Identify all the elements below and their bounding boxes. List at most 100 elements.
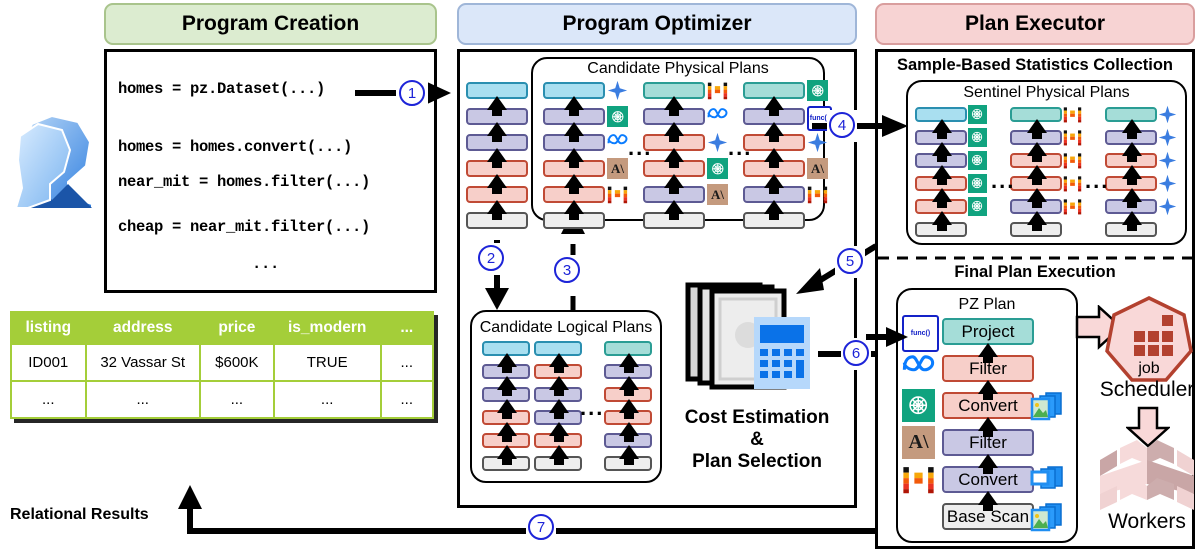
openai-icon — [607, 106, 628, 127]
step-badge-4: 4 — [829, 112, 855, 138]
plan-executor-title: Plan Executor — [964, 12, 1106, 35]
gemini-sparkle-icon — [707, 132, 728, 153]
mistral-icon — [1063, 128, 1082, 147]
cost-estimation-text: Cost Estimation & Plan Selection — [672, 407, 842, 473]
job-heptagon: job — [1104, 295, 1194, 383]
pz-plan-label: PZ Plan — [958, 296, 1016, 313]
column-header-address: address — [84, 311, 201, 345]
plan-flow-arrows — [931, 119, 953, 234]
gemini-sparkle-icon — [607, 80, 628, 101]
gemini-sparkle-icon — [1158, 105, 1177, 124]
openai-icon — [968, 151, 987, 170]
panel-title-program-creation: Program Creation — [104, 3, 437, 45]
cell-address: ... — [84, 380, 201, 419]
openai-icon — [807, 80, 828, 101]
cost-line-3: Plan Selection — [692, 450, 822, 472]
mistral-icon — [1063, 105, 1082, 124]
cell-more: ... — [379, 343, 435, 382]
table-row: ... ... ... ... ... — [10, 380, 435, 419]
openai-icon — [968, 197, 987, 216]
image-files-icon — [1030, 391, 1064, 421]
sentinel-physical-plans-label: Sentinel Physical Plans — [963, 84, 1130, 101]
candidate-physical-plans-label: Candidate Physical Plans — [587, 60, 769, 77]
relational-results-table: listing address price is_modern ... ID00… — [10, 311, 435, 419]
meta-icon — [707, 106, 728, 121]
workers-label: Workers — [1108, 510, 1186, 533]
anthropic-icon: A\ — [807, 158, 828, 179]
code-line-4: cheap = near_mit.filter(...) — [118, 218, 371, 236]
gemini-sparkle-icon — [1158, 128, 1177, 147]
job-label: job — [1137, 360, 1159, 377]
mistral-icon — [902, 463, 935, 496]
relational-results-label: Relational Results — [10, 506, 149, 523]
column-header-is-modern: is_modern — [272, 311, 382, 345]
cell-is-modern: ... — [272, 380, 382, 419]
step-badge-2: 2 — [478, 245, 504, 271]
mistral-icon — [1063, 197, 1082, 216]
openai-icon — [902, 389, 935, 422]
openai-icon — [968, 128, 987, 147]
final-plan-execution-label: Final Plan Execution — [954, 263, 1116, 281]
physical-plans-ellipsis-1: ... — [628, 135, 653, 160]
mistral-icon — [1063, 174, 1082, 193]
panel-title-plan-executor: Plan Executor — [875, 3, 1195, 45]
step-badge-7: 7 — [528, 514, 554, 540]
image-files-icon — [1030, 502, 1064, 532]
program-creation-title: Program Creation — [181, 12, 360, 35]
plan-flow-arrows — [663, 96, 685, 226]
code-line-ellipsis: ... — [252, 255, 280, 273]
pz-plan-input-arrow — [866, 325, 910, 349]
openai-icon — [968, 174, 987, 193]
plan-flow-arrows — [763, 96, 785, 226]
gemini-sparkle-icon — [1158, 197, 1177, 216]
cell-more: ... — [379, 380, 435, 419]
cell-address: 32 Vassar St — [84, 343, 201, 382]
table-row: ID001 32 Vassar St $600K TRUE ... — [10, 343, 435, 382]
table-header-row: listing address price is_modern ... — [10, 311, 435, 345]
scheduler-label: Scheduler — [1099, 378, 1195, 401]
users-icon — [8, 108, 94, 208]
code-line-2: homes = homes.convert(...) — [118, 138, 353, 156]
column-header-more: ... — [379, 311, 435, 345]
meta-icon — [607, 132, 628, 147]
plan-flow-arrows — [1026, 119, 1048, 234]
code-line-1: homes = pz.Dataset(...) — [118, 80, 326, 98]
step-badge-3: 3 — [554, 257, 580, 283]
gemini-sparkle-icon — [1158, 174, 1177, 193]
pz-plan-flow-arrows — [977, 343, 999, 528]
step-badge-5: 5 — [837, 248, 863, 274]
candidate-logical-plans-label: Candidate Logical Plans — [479, 319, 653, 336]
cell-price: ... — [198, 380, 275, 419]
cell-listing: ID001 — [10, 343, 87, 382]
column-header-listing: listing — [10, 311, 87, 345]
workers-icon — [1092, 438, 1200, 516]
anthropic-icon: A\ — [902, 426, 935, 459]
code-line-3: near_mit = homes.filter(...) — [118, 173, 371, 191]
anthropic-icon: A\ — [607, 158, 628, 179]
cell-is-modern: TRUE — [272, 343, 382, 382]
logical-plans-ellipsis: ... — [580, 395, 605, 420]
cell-price: $600K — [198, 343, 275, 382]
plan-flow-arrows — [1121, 119, 1143, 234]
column-header-price: price — [198, 311, 275, 345]
gemini-sparkle-icon — [1158, 151, 1177, 170]
panel-title-program-optimizer: Program Optimizer — [457, 3, 857, 45]
meta-icon — [902, 352, 935, 376]
sentinel-ellipsis-2: ... — [1085, 168, 1110, 193]
plan-flow-arrows — [618, 353, 640, 468]
cell-listing: ... — [10, 380, 87, 419]
step-badge-1: 1 — [399, 80, 425, 106]
openai-icon — [707, 158, 728, 179]
openai-icon — [968, 105, 987, 124]
mistral-icon — [707, 80, 728, 101]
executor-divider — [878, 256, 1192, 260]
cost-line-1: Cost Estimation — [684, 407, 830, 428]
anthropic-icon: A\ — [707, 184, 728, 205]
sentinel-ellipsis-1: ... — [991, 168, 1016, 193]
stats-collection-label: Sample-Based Statistics Collection — [897, 56, 1173, 74]
data-files-icon — [1030, 465, 1064, 491]
mistral-icon — [607, 184, 628, 205]
plan-flow-arrows — [496, 353, 518, 468]
plan-flow-arrows — [548, 353, 570, 468]
pz-operator-project[interactable]: Project — [942, 318, 1034, 345]
